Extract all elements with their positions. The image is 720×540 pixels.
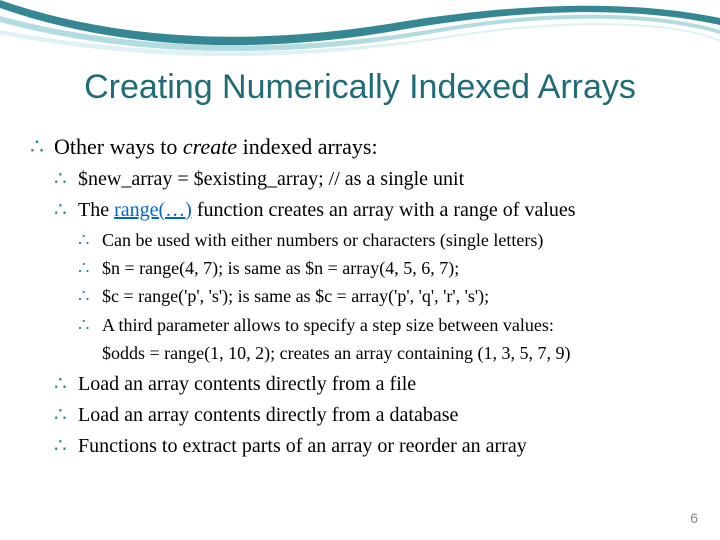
bullet-mark-icon: ∴ [54,433,67,460]
bullet-sub4: ∴ Load an array contents directly from a… [54,402,690,429]
text: The [78,199,114,221]
bullet-mark-icon: ∴ [54,166,67,193]
text-em: create [183,134,237,159]
bullet-sub2c: ∴ $c = range('p', 's'); is same as $c = … [78,284,690,308]
text: A third parameter allows to specify a st… [102,315,554,335]
text: function creates an array with a range o… [192,199,576,221]
page-number: 6 [690,510,698,526]
bullet-sub2d-code: $odds = range(1, 10, 2); creates an arra… [102,341,690,365]
text: Load an array contents directly from a d… [78,404,458,426]
bullet-mark-icon: ∴ [54,197,67,224]
bullet-mark-icon: ∴ [78,313,89,337]
slide: Creating Numerically Indexed Arrays ∴ Ot… [0,0,720,540]
bullet-mark-icon: ∴ [78,284,89,308]
slide-body: ∴ Other ways to create indexed arrays: ∴… [30,130,690,464]
bullet-sub5: ∴ Functions to extract parts of an array… [54,433,690,460]
bullet-sub3: ∴ Load an array contents directly from a… [54,371,690,398]
bullet-mark-icon: ∴ [78,228,89,252]
text: Load an array contents directly from a f… [78,373,416,395]
bullet-sub1: ∴ $new_array = $existing_array; // as a … [54,166,690,193]
text: $c = range('p', 's'); is same as $c = ar… [102,286,489,306]
text: $new_array = $existing_array; // as a si… [78,168,464,190]
bullet-sub2: ∴ The range(…) function creates an array… [54,197,690,224]
slide-title: Creating Numerically Indexed Arrays [0,68,720,107]
text: indexed arrays: [237,134,378,159]
bullet-mark-icon: ∴ [54,402,67,429]
text: Can be used with either numbers or chara… [102,230,543,250]
bullet-mark-icon: ∴ [30,132,44,162]
text: Functions to extract parts of an array o… [78,435,527,457]
text: $n = range(4, 7); is same as $n = array(… [102,258,459,278]
decorative-swoosh [0,0,720,70]
bullet-mark-icon: ∴ [78,256,89,280]
bullet-mark-icon: ∴ [54,371,67,398]
bullet-main: ∴ Other ways to create indexed arrays: [30,132,690,162]
bullet-sub2b: ∴ $n = range(4, 7); is same as $n = arra… [78,256,690,280]
bullet-sub2d: ∴ A third parameter allows to specify a … [78,313,690,337]
range-link[interactable]: range(…) [114,199,192,221]
text: Other ways to [54,134,183,159]
bullet-sub2a: ∴ Can be used with either numbers or cha… [78,228,690,252]
